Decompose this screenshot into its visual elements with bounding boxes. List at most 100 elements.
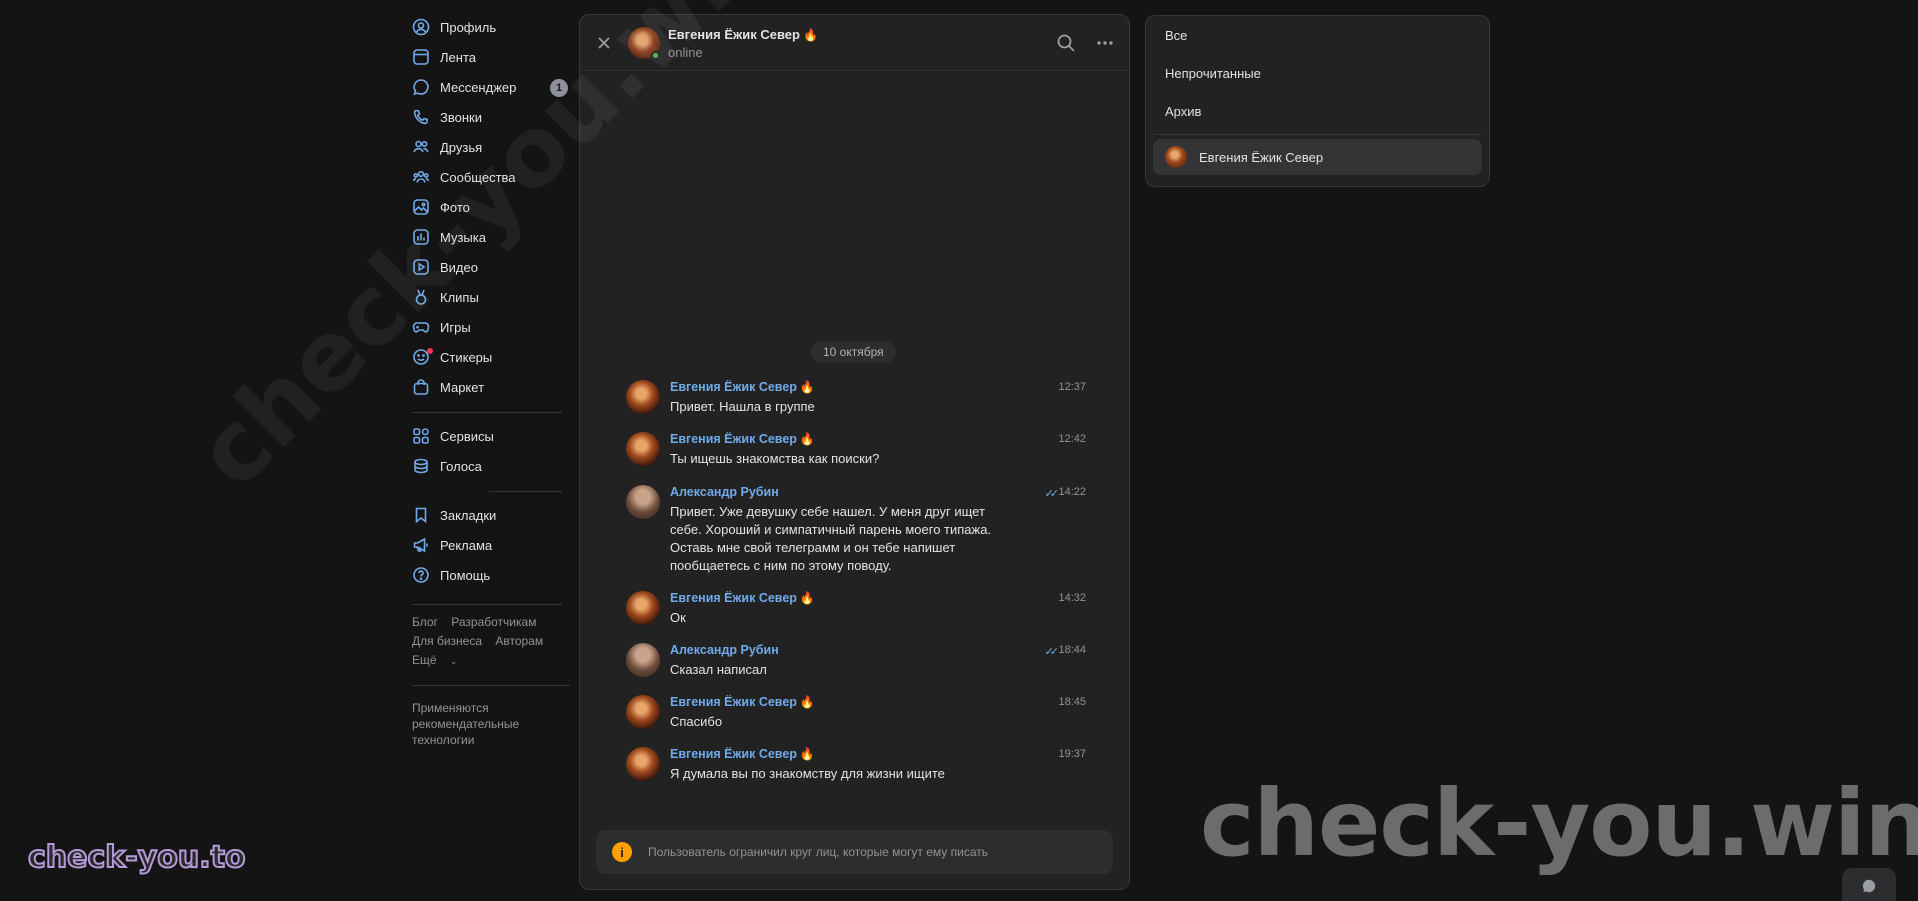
flame-icon: 🔥: [799, 380, 815, 394]
avatar[interactable]: [626, 695, 660, 729]
nav-item-profile[interactable]: Профиль: [412, 12, 570, 42]
filter-divider: [1154, 134, 1481, 135]
nav-divider: [489, 491, 562, 492]
nav-item-label: Закладки: [440, 507, 497, 523]
message-item[interactable]: Евгения Ёжик Север 🔥 18:45 Спасибо: [626, 695, 1086, 735]
watermark-bottom-right: check-you.win: [1200, 770, 1918, 877]
nav-item-market[interactable]: Маркет: [412, 372, 570, 402]
restriction-notice-text: Пользователь ограничил круг лиц, которые…: [648, 845, 988, 859]
avatar[interactable]: [626, 485, 660, 519]
message-time: 14:22: [1058, 486, 1086, 498]
more-options-icon[interactable]: [1095, 33, 1115, 53]
read-checkmark-icon: ✓✓: [1044, 646, 1060, 658]
message-time: 14:32: [1058, 592, 1086, 604]
help-icon: [412, 566, 430, 584]
coins-icon: [412, 457, 430, 475]
flame-icon: 🔥: [799, 747, 815, 761]
nav-divider: [412, 604, 562, 605]
flame-icon: 🔥: [799, 695, 815, 709]
message-author-name: Евгения Ёжик Север: [670, 591, 797, 605]
filter-unread[interactable]: Непрочитанные: [1146, 54, 1489, 92]
message-time: 19:37: [1058, 748, 1086, 760]
new-indicator-dot: [427, 348, 433, 354]
avatar[interactable]: [626, 591, 660, 625]
nav-item-label: Стикеры: [440, 349, 493, 365]
message-item[interactable]: Евгения Ёжик Север 🔥 12:37 Привет. Нашла …: [626, 380, 1086, 420]
nav-item-label: Звонки: [440, 109, 482, 125]
message-item[interactable]: Евгения Ёжик Север 🔥 12:42 Ты ищешь знако…: [626, 432, 1086, 472]
avatar[interactable]: [626, 747, 660, 781]
date-divider: 10 октября: [811, 341, 896, 363]
message-time: 12:37: [1058, 381, 1086, 393]
flame-icon: 🔥: [802, 28, 818, 42]
nav-item-stickers[interactable]: Стикеры: [412, 342, 570, 372]
footer-link-business[interactable]: Для бизнеса: [412, 634, 482, 648]
flame-icon: 🔥: [799, 432, 815, 446]
search-icon[interactable]: [1056, 33, 1076, 53]
message-text: Привет. Уже девушку себе нашел. У меня д…: [670, 504, 992, 573]
message-author[interactable]: Евгения Ёжик Север 🔥: [670, 695, 815, 709]
services-grid-icon: [412, 427, 430, 445]
nav-item-votes[interactable]: Голоса: [412, 451, 570, 481]
nav-item-label: Реклама: [440, 537, 493, 553]
chat-bubble-icon: [1861, 878, 1877, 899]
watermark-bottom-left: check-you.to: [27, 839, 247, 876]
message-author[interactable]: Александр Рубин: [670, 643, 779, 657]
feed-icon: [412, 48, 430, 66]
flame-icon: 🔥: [799, 591, 815, 605]
message-author[interactable]: Евгения Ёжик Север 🔥: [670, 747, 815, 761]
nav-item-ads[interactable]: Реклама: [412, 530, 570, 560]
message-author-name: Евгения Ёжик Север: [670, 747, 797, 761]
avatar[interactable]: [626, 643, 660, 677]
message-item[interactable]: Евгения Ёжик Север 🔥 19:37 Я думала вы по…: [626, 747, 1086, 787]
footer-link-more-label: Ещё: [412, 653, 437, 667]
message-item[interactable]: Александр Рубин ✓✓ 18:44 Сказал написал: [626, 643, 1086, 683]
nav-item-label: Голоса: [440, 458, 482, 474]
message-author[interactable]: Евгения Ёжик Север 🔥: [670, 591, 815, 605]
bookmark-icon: [412, 506, 430, 524]
message-text: Ок: [670, 610, 686, 625]
nav-item-label: Помощь: [440, 567, 491, 583]
read-checkmark-icon: ✓✓: [1044, 488, 1060, 500]
nav-item-label: Сервисы: [440, 428, 494, 444]
message-author-name: Евгения Ёжик Север: [670, 695, 797, 709]
profile-icon: [412, 18, 430, 36]
active-chat-name: Евгения Ёжик Север: [1199, 149, 1324, 165]
message-text: Я думала вы по знакомству для жизни ищит…: [670, 766, 945, 781]
chat-panel: Евгения Ёжик Север 🔥 online 10 октября Ев…: [579, 14, 1130, 890]
messenger-icon: [412, 78, 430, 96]
nav-divider: [412, 685, 570, 686]
footer-link-authors[interactable]: Авторам: [495, 634, 543, 648]
message-text: Сказал написал: [670, 662, 767, 677]
nav-item-label: Игры: [440, 319, 471, 335]
message-item[interactable]: Александр Рубин ✓✓ 14:22 Привет. Уже дев…: [626, 485, 1086, 575]
avatar[interactable]: [626, 432, 660, 466]
message-text: Ты ищешь знакомства как поиски?: [670, 451, 880, 466]
message-author-name: Евгения Ёжик Север: [670, 432, 797, 446]
filter-all[interactable]: Все: [1146, 16, 1489, 54]
nav-item-label: Лента: [440, 49, 476, 65]
messenger-fab-button[interactable]: [1842, 868, 1896, 901]
market-bag-icon: [412, 378, 430, 396]
footer-links: Блог Разработчикам Для бизнеса Авторам Е…: [412, 613, 570, 671]
nav-item-services[interactable]: Сервисы: [412, 421, 570, 451]
avatar[interactable]: [626, 380, 660, 414]
nav-item-label: Профиль: [440, 19, 497, 35]
message-author[interactable]: Евгения Ёжик Север 🔥: [670, 380, 815, 394]
active-chat-item[interactable]: Евгения Ёжик Север: [1153, 139, 1482, 175]
megaphone-icon: [412, 536, 430, 554]
footer-link-more[interactable]: Ещё ⌄: [412, 653, 467, 667]
info-icon: i: [612, 842, 632, 862]
filter-archive[interactable]: Архив: [1146, 92, 1489, 130]
chevron-down-icon: ⌄: [449, 656, 458, 666]
message-time: 18:45: [1058, 696, 1086, 708]
nav-item-bookmarks[interactable]: Закладки: [412, 500, 570, 530]
footer-link-developers[interactable]: Разработчикам: [451, 615, 536, 629]
nav-item-help[interactable]: Помощь: [412, 560, 570, 590]
message-item[interactable]: Евгения Ёжик Север 🔥 14:32 Ок: [626, 591, 1086, 631]
recommendation-notice[interactable]: Применяются рекомендательные технологии: [412, 700, 552, 748]
footer-link-blog[interactable]: Блог: [412, 615, 438, 629]
message-author[interactable]: Александр Рубин: [670, 485, 779, 499]
message-time: 12:42: [1058, 433, 1086, 445]
message-author[interactable]: Евгения Ёжик Север 🔥: [670, 432, 815, 446]
